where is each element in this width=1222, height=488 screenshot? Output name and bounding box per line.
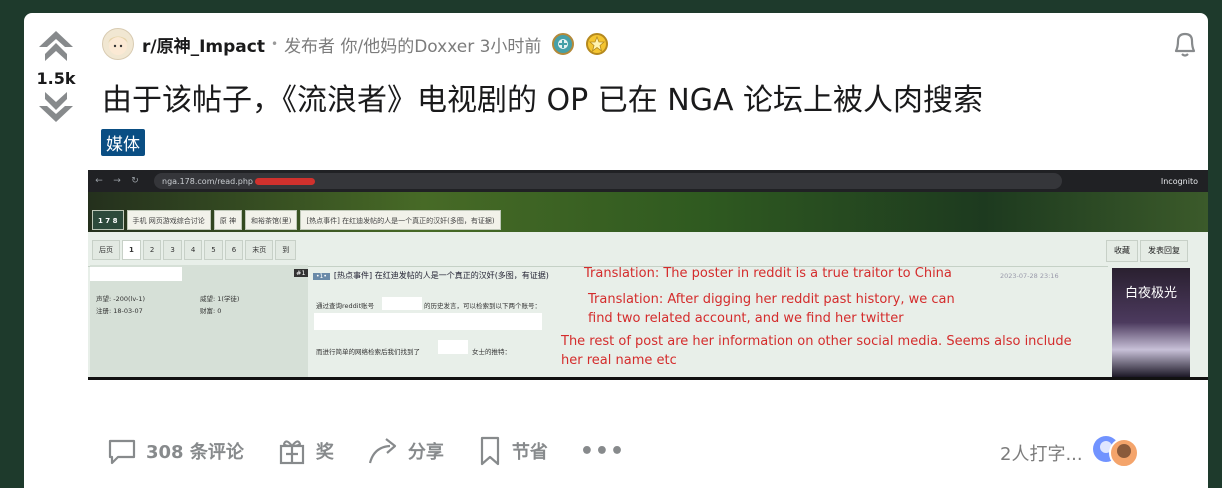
forum-user-pane: #1 声望: -200(lv-1) 威望: 1(学徒) 注册: 18-03-07… (90, 265, 308, 377)
comments-button[interactable]: 308 条评论 (106, 435, 244, 467)
post-meta: r/原神_Impact • 发布者 你/他妈的Doxxer 3小时前 (102, 28, 609, 60)
vote-count: 1.5k (36, 69, 76, 88)
bell-icon (1174, 32, 1196, 57)
pager-item: 1 (122, 240, 141, 260)
side-ad-text: 白夜极光 (1124, 286, 1177, 301)
pager-item: 5 (204, 240, 223, 260)
url-redaction (254, 177, 315, 185)
forum-banner: 1 7 8 手机 网页游戏综合讨论 原 神 和裕茶馆(里) [热点事件] 在红迪… (88, 192, 1208, 232)
post-title[interactable]: 由于该帖子，《流浪者》电视剧的 OP 已在 NGA 论坛上被人肉搜索 (102, 75, 983, 119)
user-stat: 威望: 1(学徒) (200, 295, 240, 303)
reload-icon: ↻ (131, 176, 139, 186)
name-redaction (438, 340, 468, 354)
breadcrumb-item: 手机 网页游戏综合讨论 (126, 210, 211, 230)
pager-item: 到 (275, 240, 297, 260)
browser-toolbar: ← → ↻ nga.178.com/read.php Incognito (88, 170, 1208, 192)
username-redaction (90, 267, 182, 281)
breadcrumb-item: 1 7 8 (92, 210, 124, 230)
typing-avatars (1090, 433, 1148, 469)
downvote-icon (39, 92, 73, 122)
share-label: 分享 (407, 442, 444, 463)
translation-note: Translation: After digging her reddit pa… (588, 292, 955, 307)
post-text: 而进行简单的网络检索后我们找到了 (316, 348, 420, 356)
account-redaction (382, 297, 422, 310)
post-image[interactable]: ← → ↻ nga.178.com/read.php Incognito 1 7… (88, 170, 1208, 380)
vote-column: 1.5k (24, 29, 88, 124)
comments-label: 308 条评论 (146, 442, 244, 463)
forum-breadcrumb: 1 7 8 手机 网页游戏综合讨论 原 神 和裕茶馆(里) [热点事件] 在红迪… (92, 210, 501, 230)
separator-dot: • (270, 37, 279, 51)
thread-title: [热点事件] 在红迪发帖的人是一个真正的汉奸(多图，有证据) (333, 271, 549, 280)
subreddit-link[interactable]: r/原神_Impact (142, 32, 265, 57)
downvote-button[interactable] (36, 90, 76, 124)
pager-item: 6 (224, 240, 244, 260)
account-redaction (314, 313, 542, 330)
post-timestamp: 2023-07-28 23:16 (1000, 272, 1059, 280)
more-options-button[interactable]: ••• (580, 439, 625, 464)
comment-icon (108, 439, 136, 465)
forward-icon: → (113, 176, 121, 186)
user-stat: 财富: 0 (200, 307, 222, 315)
post-card: 1.5k r/原神_Impact • 发布者 你/他妈的Doxxer 3小时前 (24, 13, 1208, 488)
url-bar: nga.178.com/read.php (154, 173, 1062, 189)
url-text: nga.178.com/read.php (162, 176, 253, 186)
subreddit-avatar[interactable] (102, 28, 134, 60)
pager-item: 4 (183, 240, 203, 260)
upvote-button[interactable] (36, 29, 76, 63)
save-label: 节省 (511, 442, 548, 463)
pager-item: 3 (163, 240, 182, 260)
favorite-label: 收藏 (1106, 240, 1138, 262)
pager-item: 后页 (92, 240, 120, 260)
upvote-icon (39, 31, 73, 61)
forum-reply-buttons: 收藏 发表回复 (1106, 240, 1188, 262)
translation-note: her real name etc (561, 353, 677, 368)
user-stat: 声望: -200(lv-1) (96, 295, 146, 303)
post-text: 的历史发言，可以检索到以下两个账号： (424, 302, 541, 310)
floor-tag: #1 (294, 269, 308, 277)
typing-indicator: 2人打字... (1000, 444, 1083, 465)
more-icon: ••• (579, 438, 626, 464)
award-star-icon[interactable] (585, 32, 609, 56)
bookmark-icon (480, 436, 499, 466)
gift-icon (279, 440, 304, 465)
forum-pager: 后页 1 2 3 4 5 6 末页 到 (92, 240, 297, 260)
back-icon: ← (95, 176, 103, 186)
character-avatar-icon (108, 36, 128, 55)
award-button[interactable]: 奖 (276, 435, 334, 467)
thread-tag: •1• (313, 273, 330, 280)
reply-label: 发表回复 (1140, 240, 1188, 262)
user-stat: 注册: 18-03-07 (96, 307, 143, 315)
translation-note: The rest of post are her information on … (561, 334, 1072, 349)
breadcrumb-item: 和裕茶馆(里) (244, 210, 298, 230)
post-flair[interactable]: 媒体 (101, 129, 145, 156)
post-text: 女士的推特： (472, 348, 511, 356)
side-ad-banner: 白夜极光 (1112, 268, 1190, 377)
post-byline[interactable]: 发布者 你/他妈的Doxxer 3小时前 (284, 32, 541, 57)
breadcrumb-item: [热点事件] 在红迪发帖的人是一个真正的汉奸(多图，有证据) (300, 210, 501, 230)
award-helpful-icon[interactable] (551, 32, 575, 56)
translation-note: Translation: The poster in reddit is a t… (584, 266, 952, 281)
typer-avatar-icon (1109, 438, 1139, 468)
save-button[interactable]: 节省 (476, 435, 548, 467)
pager-item: 2 (142, 240, 162, 260)
notification-bell-button[interactable] (1168, 27, 1202, 61)
translation-note: find two related account, and we find he… (588, 311, 904, 326)
award-label: 奖 (315, 442, 334, 463)
pager-item: 末页 (245, 240, 274, 260)
share-button[interactable]: 分享 (366, 435, 444, 467)
incognito-label: Incognito (1160, 176, 1198, 186)
thread-title-bar: •1• [热点事件] 在红迪发帖的人是一个真正的汉奸(多图，有证据) (313, 270, 549, 281)
post-actions: 308 条评论 奖 分享 节省 ••• (106, 435, 657, 467)
post-text: 通过查询reddit账号 (316, 302, 375, 310)
share-icon (368, 438, 396, 464)
breadcrumb-item: 原 神 (213, 210, 242, 230)
